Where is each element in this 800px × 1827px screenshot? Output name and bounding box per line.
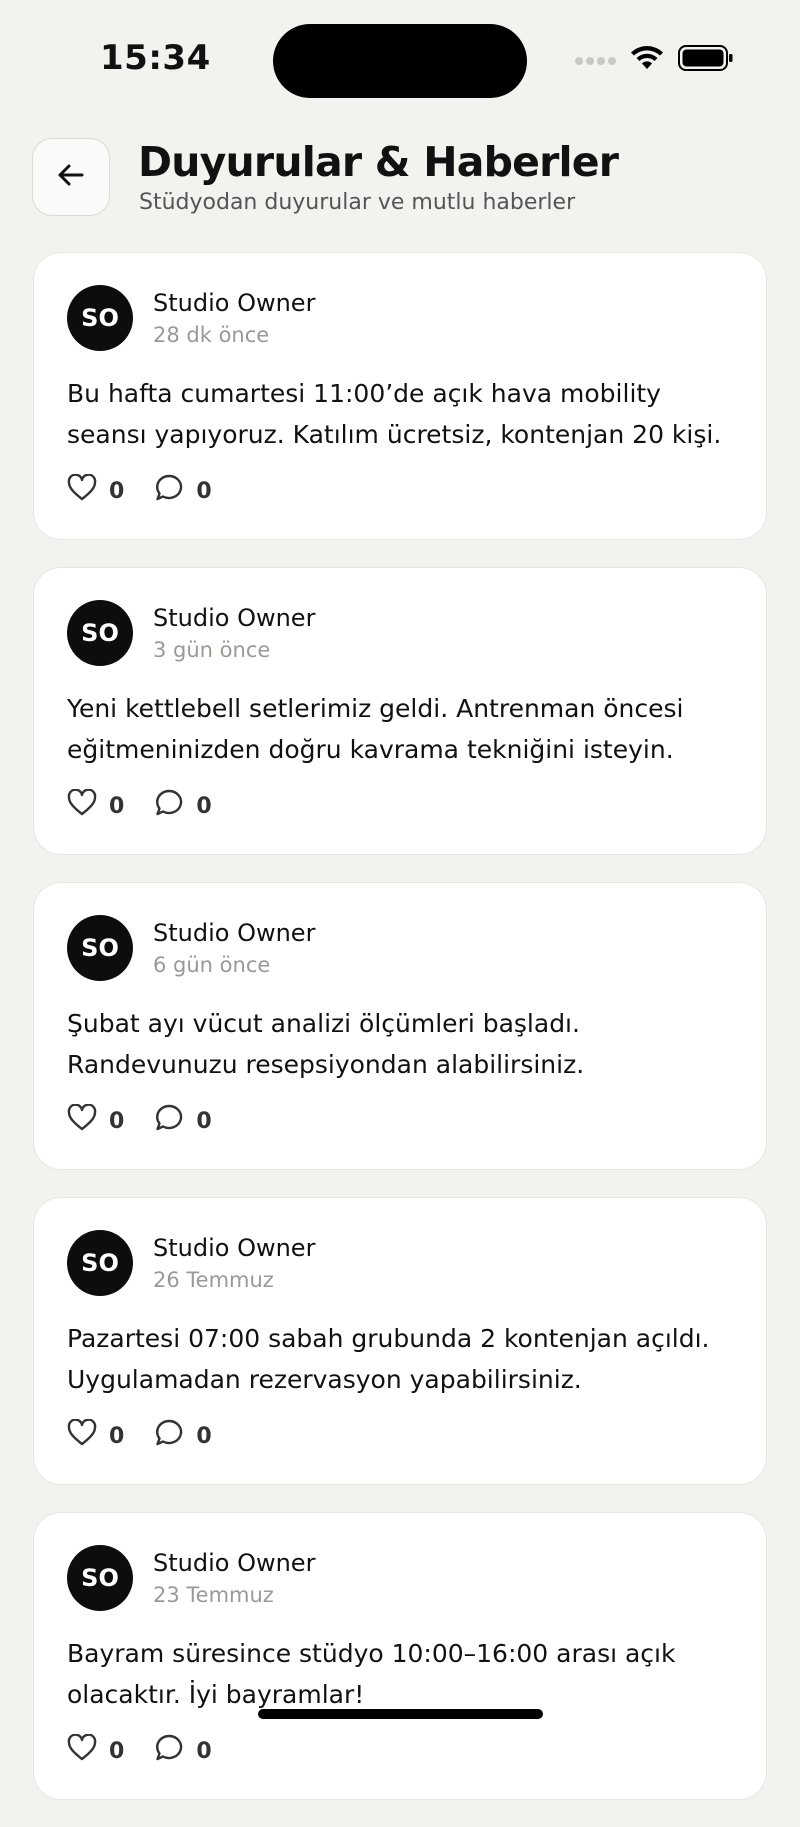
like-button[interactable]: 0 — [67, 788, 125, 823]
like-count: 0 — [109, 793, 125, 819]
dynamic-island — [273, 24, 527, 98]
post-actions: 0 0 — [67, 1418, 242, 1454]
like-count: 0 — [109, 1738, 125, 1764]
announcement-card[interactable]: SO Studio Owner 26 Temmuz Pazartesi 07:0… — [33, 1197, 767, 1485]
heart-icon — [67, 1733, 97, 1768]
like-button[interactable]: 0 — [67, 1418, 125, 1453]
page-subtitle: Stüdyodan duyurular ve mutlu haberler — [139, 190, 576, 215]
heart-icon — [67, 1103, 97, 1138]
avatar: SO — [67, 600, 133, 666]
like-count: 0 — [109, 1108, 125, 1134]
post-body: Yeni kettlebell setlerimiz geldi. Antren… — [67, 694, 684, 764]
author-name: Studio Owner — [153, 1234, 316, 1262]
status-bar: 15:34 — [0, 0, 800, 120]
status-icons — [574, 44, 734, 76]
page-header: Duyurular & Haberler Stüdyodan duyurular… — [32, 136, 772, 220]
comment-count: 0 — [196, 478, 212, 504]
arrow-left-icon — [55, 159, 87, 195]
wifi-icon — [630, 45, 664, 75]
post-time: 26 Temmuz — [153, 1268, 274, 1292]
heart-icon — [67, 1418, 97, 1453]
status-time: 15:34 — [100, 38, 211, 78]
comment-button[interactable]: 0 — [154, 1103, 212, 1139]
comment-count: 0 — [196, 1423, 212, 1449]
battery-icon — [678, 44, 734, 76]
comment-bubble-icon — [154, 1733, 184, 1769]
heart-icon — [67, 473, 97, 508]
like-button[interactable]: 0 — [67, 473, 125, 508]
heart-icon — [67, 788, 97, 823]
page-title: Duyurular & Haberler — [138, 138, 619, 186]
announcement-card[interactable]: SO Studio Owner 23 Temmuz Bayram süresin… — [33, 1512, 767, 1800]
announcement-feed: SO Studio Owner 28 dk önce Bu hafta cuma… — [33, 252, 767, 1827]
avatar: SO — [67, 915, 133, 981]
comment-button[interactable]: 0 — [154, 1733, 212, 1769]
post-actions: 0 0 — [67, 1733, 242, 1769]
comment-count: 0 — [196, 793, 212, 819]
post-time: 23 Temmuz — [153, 1583, 274, 1607]
announcement-card[interactable]: SO Studio Owner 28 dk önce Bu hafta cuma… — [33, 252, 767, 540]
post-body: Pazartesi 07:00 sabah grubunda 2 kontenj… — [67, 1324, 710, 1394]
post-time: 3 gün önce — [153, 638, 271, 662]
author-name: Studio Owner — [153, 604, 316, 632]
like-button[interactable]: 0 — [67, 1733, 125, 1768]
post-body: Şubat ayı vücut analizi ölçümleri başlad… — [67, 1009, 585, 1079]
avatar: SO — [67, 285, 133, 351]
comment-bubble-icon — [154, 1103, 184, 1139]
announcement-card[interactable]: SO Studio Owner 3 gün önce Yeni kettlebe… — [33, 567, 767, 855]
post-actions: 0 0 — [67, 788, 242, 824]
comment-button[interactable]: 0 — [154, 473, 212, 509]
post-actions: 0 0 — [67, 1103, 242, 1139]
comment-button[interactable]: 0 — [154, 1418, 212, 1454]
comment-button[interactable]: 0 — [154, 788, 212, 824]
comment-count: 0 — [196, 1108, 212, 1134]
announcement-card[interactable]: SO Studio Owner 6 gün önce Şubat ayı vüc… — [33, 882, 767, 1170]
comment-bubble-icon — [154, 473, 184, 509]
like-count: 0 — [109, 478, 125, 504]
author-name: Studio Owner — [153, 919, 316, 947]
author-name: Studio Owner — [153, 289, 316, 317]
avatar: SO — [67, 1545, 133, 1611]
home-indicator[interactable] — [258, 1709, 543, 1719]
back-button[interactable] — [32, 138, 110, 216]
author-name: Studio Owner — [153, 1549, 316, 1577]
like-count: 0 — [109, 1423, 125, 1449]
comment-bubble-icon — [154, 788, 184, 824]
post-time: 6 gün önce — [153, 953, 271, 977]
post-actions: 0 0 — [67, 473, 242, 509]
signal-dots-icon — [574, 51, 616, 70]
like-button[interactable]: 0 — [67, 1103, 125, 1138]
avatar: SO — [67, 1230, 133, 1296]
comment-count: 0 — [196, 1738, 212, 1764]
post-body: Bu hafta cumartesi 11:00’de açık hava mo… — [67, 379, 722, 449]
post-body: Bayram süresince stüdyo 10:00–16:00 aras… — [67, 1639, 676, 1709]
post-time: 28 dk önce — [153, 323, 270, 347]
comment-bubble-icon — [154, 1418, 184, 1454]
